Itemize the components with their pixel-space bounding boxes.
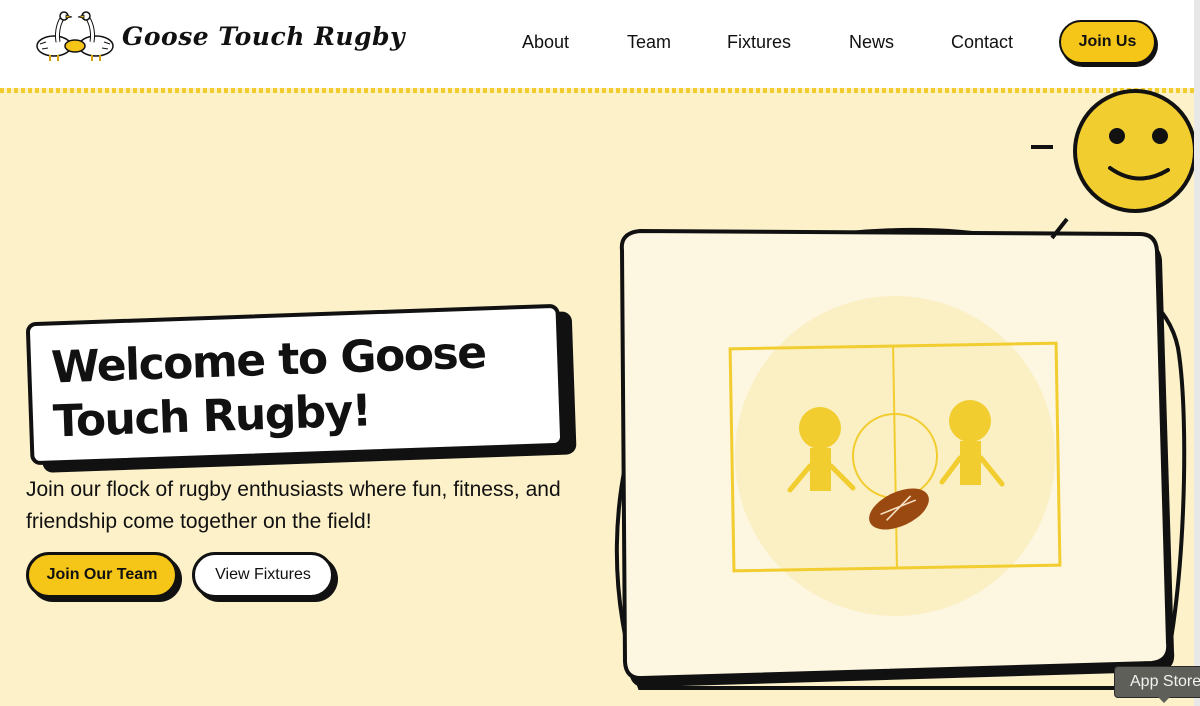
nav-fixtures[interactable]: Fixtures bbox=[727, 32, 791, 53]
smiley-face-icon bbox=[1031, 89, 1197, 240]
nav-contact[interactable]: Contact bbox=[951, 32, 1013, 53]
hero-subtitle: Join our flock of rugby enthusiasts wher… bbox=[26, 478, 561, 533]
tooltip-arrow bbox=[1158, 697, 1170, 703]
hero-title-card: Welcome to Goose Touch Rugby! bbox=[25, 303, 565, 466]
view-fixtures-button[interactable]: View Fixtures bbox=[192, 552, 334, 598]
hero-illustration bbox=[614, 89, 1197, 690]
page-scrollbar[interactable] bbox=[1194, 0, 1200, 706]
goose-logo-icon[interactable] bbox=[34, 8, 116, 76]
nav-about[interactable]: About bbox=[522, 32, 569, 53]
join-our-team-button[interactable]: Join Our Team bbox=[26, 552, 178, 598]
site-title[interactable]: Goose Touch Rugby bbox=[122, 22, 405, 51]
nav-news[interactable]: News bbox=[849, 32, 894, 53]
nav-team[interactable]: Team bbox=[627, 32, 671, 53]
join-us-button[interactable]: Join Us bbox=[1059, 20, 1156, 64]
site-header: Goose Touch Rugby About Team Fixtures Ne… bbox=[0, 0, 1200, 88]
hero-title: Welcome to Goose Touch Rugby! bbox=[50, 327, 487, 448]
app-store-tooltip: App Store bbox=[1114, 666, 1200, 698]
